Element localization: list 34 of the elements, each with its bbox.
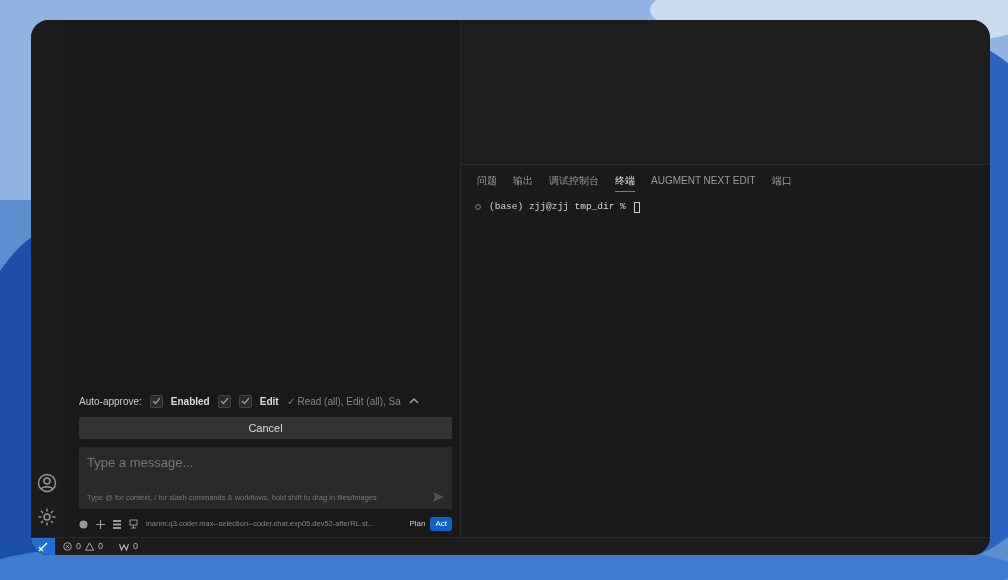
checkbox[interactable] (149, 394, 163, 408)
plus-icon[interactable] (96, 519, 105, 529)
panel-tab[interactable]: 端口 (771, 171, 792, 192)
ports-icon[interactable] (119, 542, 130, 551)
cancel-button[interactable]: Cancel (79, 416, 452, 439)
mode-toggle[interactable]: Plan (404, 517, 431, 531)
checkbox[interactable] (238, 394, 252, 408)
settings-icon[interactable] (37, 507, 57, 527)
at-icon[interactable] (79, 519, 88, 529)
error-icon[interactable] (63, 542, 72, 551)
warning-icon[interactable] (85, 542, 94, 551)
account-icon[interactable] (37, 473, 57, 493)
panel-tab[interactable]: 终端 (615, 171, 635, 192)
panel-tab[interactable]: 输出 (513, 171, 533, 192)
remote-icon (38, 541, 48, 552)
terminal-cursor (633, 201, 640, 213)
message-input[interactable]: Type a message... (87, 453, 444, 473)
list-icon[interactable] (113, 519, 121, 529)
robot-icon[interactable] (129, 519, 138, 529)
checkbox-label: Enabled (170, 394, 210, 409)
warning-count: 0 (98, 539, 104, 553)
checkbox-label: Edit (259, 394, 279, 409)
ports-count: 0 (133, 539, 139, 553)
chevron-up-icon[interactable] (408, 397, 419, 405)
mode-toggle[interactable]: Act (430, 517, 452, 531)
panel-tab[interactable]: 调试控制台 (549, 171, 599, 192)
panel-tab[interactable]: AUGMENT NEXT EDIT (651, 171, 756, 192)
error-count: 0 (76, 539, 81, 553)
panel-tab[interactable]: 问题 (477, 171, 497, 192)
terminal-prompt: (base) zjj@zjj tmp_dir % (489, 200, 626, 214)
checkbox[interactable] (217, 394, 231, 408)
auto-approve-label: Auto-approve: (79, 394, 142, 409)
auto-approve-summary: ✓ Read (all), Edit (all), Sa (286, 394, 401, 409)
status-dot-icon (475, 204, 481, 211)
